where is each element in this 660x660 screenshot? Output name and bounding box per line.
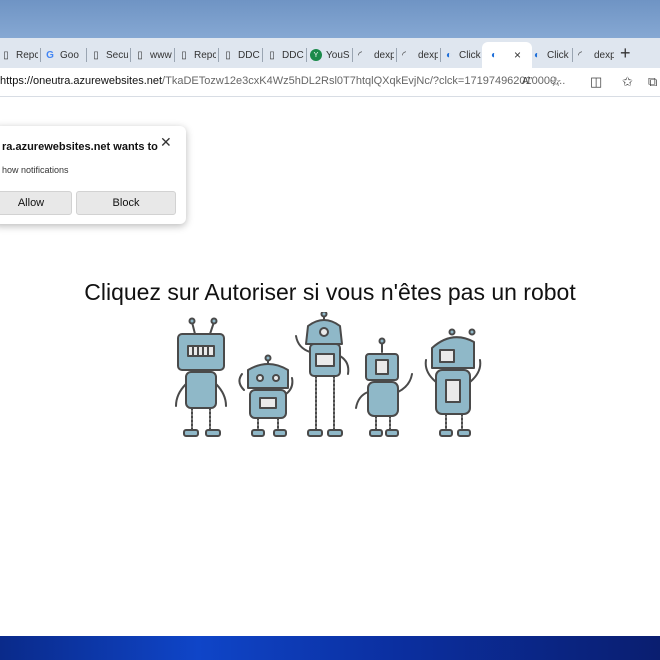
page-headline: Cliquez sur Autoriser si vous n'êtes pas…	[84, 279, 576, 305]
tab-label: Repc	[194, 49, 216, 61]
desktop-background-strip	[0, 0, 660, 38]
tab-separator	[572, 48, 573, 62]
tab-4[interactable]: ▯ www	[134, 42, 172, 68]
tab-11[interactable]: ◐ Click	[443, 42, 483, 68]
tab-6[interactable]: ▯ DDC	[222, 42, 260, 68]
tab-12-active[interactable]: ◐ ×	[482, 42, 532, 68]
tab-separator	[86, 48, 87, 62]
tab-label: dexp	[418, 49, 438, 61]
page-icon: ▯	[137, 49, 143, 61]
popup-description: how notifications	[2, 165, 69, 175]
allow-button[interactable]: Allow	[0, 191, 72, 215]
page-icon: ▯	[3, 49, 9, 61]
tab-label: Secu	[106, 49, 128, 61]
tab-10[interactable]: ◜ dexp	[398, 42, 438, 68]
loading-icon: ◜	[402, 49, 406, 61]
favorite-star-icon[interactable]: ☆	[550, 74, 562, 90]
tab-label: dexp	[374, 49, 394, 61]
tab-7[interactable]: ▯ DDC	[266, 42, 304, 68]
tab-label: Click	[547, 49, 569, 61]
tab-separator	[40, 48, 41, 62]
tab-bar: ▯ Repc G Goo ▯ Secu ▯ www ▯ Repc ▯ DDC ▯ DDC YY…	[0, 38, 660, 69]
tab-label: www	[150, 49, 172, 61]
robot-5	[424, 328, 482, 437]
new-tab-button[interactable]: +	[620, 44, 631, 62]
tab-1[interactable]: ▯ Repc	[0, 42, 38, 68]
address-bar[interactable]: https://oneutra.azurewebsites.net/TkaDET…	[0, 68, 660, 97]
tab-14[interactable]: ◜ dexp	[574, 42, 614, 68]
edge-icon: ◐	[445, 49, 453, 61]
tab-label: dexp	[594, 49, 614, 61]
tab-separator	[396, 48, 397, 62]
edge-icon: ◐	[490, 49, 498, 61]
tab-3[interactable]: ▯ Secu	[90, 42, 128, 68]
site-icon: Y	[310, 49, 322, 61]
tab-separator	[352, 48, 353, 62]
close-icon[interactable]: ✕	[160, 134, 172, 151]
robot-1	[175, 317, 227, 437]
page-icon: ▯	[269, 49, 275, 61]
robots-illustration	[175, 312, 482, 437]
robot-3	[295, 312, 350, 437]
tab-label: Repc	[16, 49, 38, 61]
split-screen-icon[interactable]: ◫	[590, 74, 602, 90]
tab-label: Click	[459, 49, 481, 61]
edge-icon: ◐	[533, 49, 541, 61]
google-icon: G	[46, 49, 54, 61]
robot-4	[355, 337, 413, 437]
tab-9[interactable]: ◜ dexp	[354, 42, 394, 68]
favorites-icon[interactable]: ✩	[622, 74, 633, 90]
robot-2	[238, 354, 294, 437]
desktop-taskbar	[0, 636, 660, 660]
notification-permission-popup: ra.azurewebsites.net wants to ✕ how noti…	[0, 126, 186, 224]
url-path: /TkaDETozw12e3cxK4Wz5hDL2Rsl0T7htqlQXqkE…	[162, 75, 566, 87]
tab-label: DDC	[238, 49, 260, 61]
popup-title: ra.azurewebsites.net wants to	[2, 141, 158, 153]
tab-separator	[218, 48, 219, 62]
tab-2[interactable]: G Goo	[44, 42, 84, 68]
tab-separator	[174, 48, 175, 62]
block-button[interactable]: Block	[76, 191, 176, 215]
loading-icon: ◜	[358, 49, 362, 61]
read-aloud-icon[interactable]: A”	[522, 76, 532, 87]
url-text[interactable]: https://oneutra.azurewebsites.net/TkaDET…	[0, 75, 565, 87]
page-icon: ▯	[181, 49, 187, 61]
tab-label: YouS	[326, 49, 350, 61]
tab-label: DDC	[282, 49, 304, 61]
loading-icon: ◜	[578, 49, 582, 61]
tab-separator	[306, 48, 307, 62]
tab-separator	[130, 48, 131, 62]
close-icon[interactable]: ×	[514, 48, 521, 62]
page-icon: ▯	[93, 49, 99, 61]
tab-8[interactable]: Y YouS	[310, 42, 350, 68]
collections-icon[interactable]: ⧉	[648, 74, 657, 90]
tab-5[interactable]: ▯ Repc	[178, 42, 216, 68]
tab-separator	[440, 48, 441, 62]
tab-label: Goo	[60, 49, 79, 61]
page-icon: ▯	[225, 49, 231, 61]
tab-13[interactable]: ◐ Click	[531, 42, 571, 68]
url-host: https://oneutra.azurewebsites.net	[0, 75, 163, 87]
tab-separator	[262, 48, 263, 62]
